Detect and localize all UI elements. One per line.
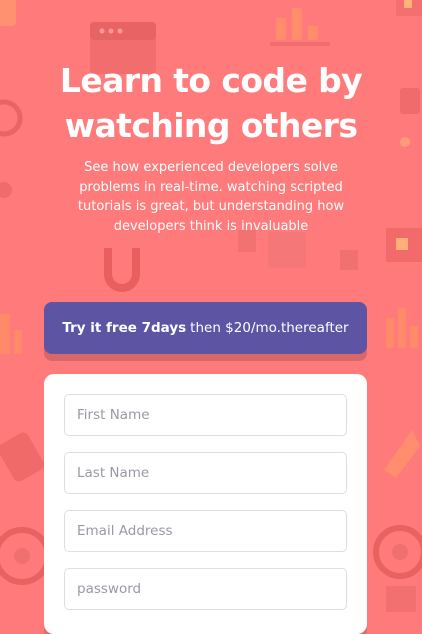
password-field[interactable]	[64, 568, 347, 610]
signup-form	[44, 374, 367, 634]
page-title: Learn to code by watching others	[59, 61, 363, 145]
intro-paragraph: See how experienced developers solve pro…	[77, 160, 345, 234]
email-field[interactable]	[64, 510, 347, 552]
trial-emphasis: Try it free 7days	[62, 320, 187, 336]
trial-pricing: then $20/mo.thereafter	[190, 320, 349, 336]
first-name-field[interactable]	[64, 394, 347, 436]
free-trial-banner: Try it free 7days then $20/mo.thereafter	[44, 302, 367, 354]
last-name-field[interactable]	[64, 452, 347, 494]
